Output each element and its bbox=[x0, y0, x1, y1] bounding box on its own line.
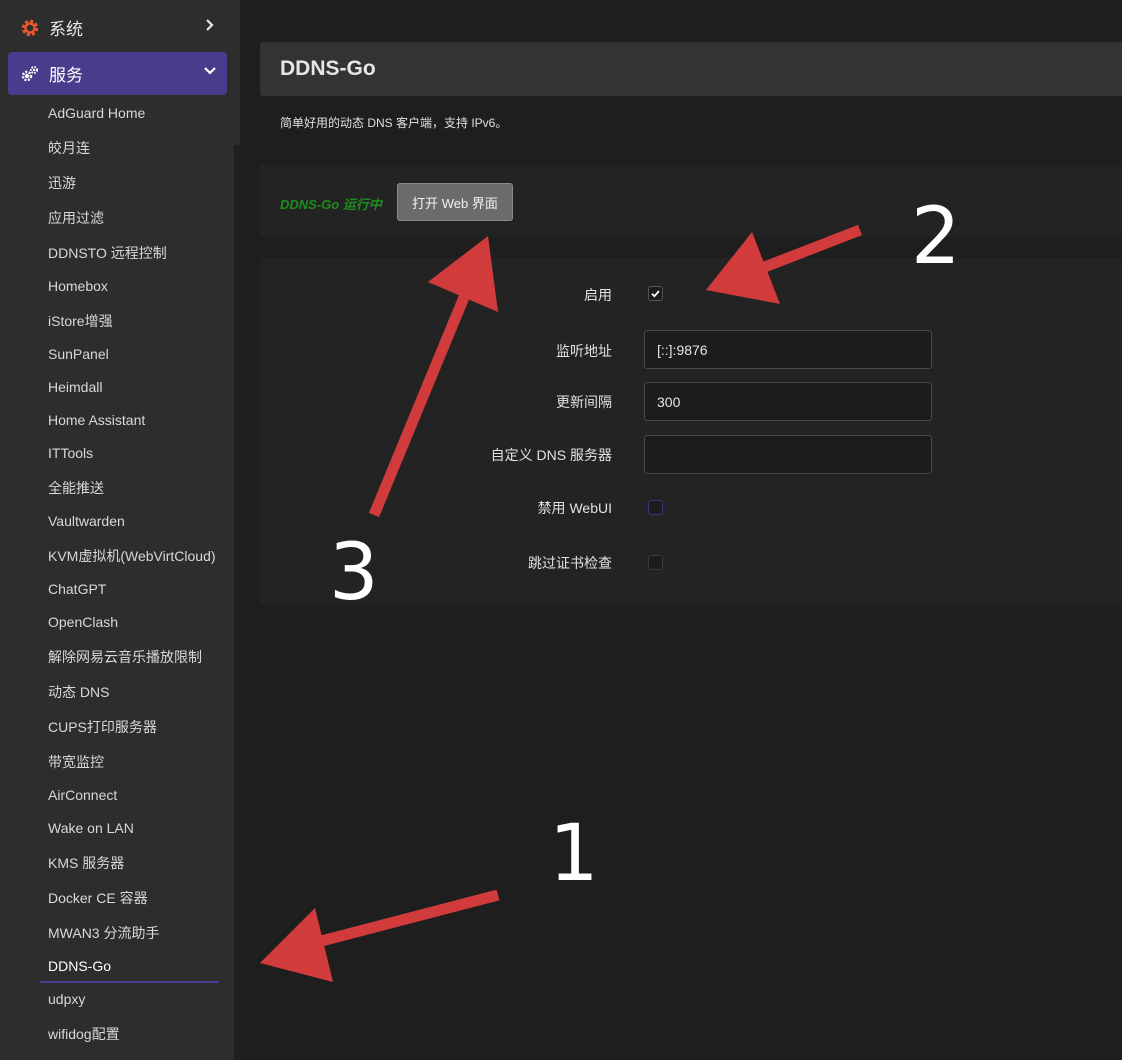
arrow-1-head bbox=[260, 908, 333, 982]
sidebar-item-xunyou[interactable]: 迅游 bbox=[48, 174, 76, 192]
annotation-number-1: 1 bbox=[549, 809, 599, 899]
chevron-right-icon bbox=[206, 19, 214, 31]
menu-services-label: 服务 bbox=[49, 66, 83, 85]
custom-dns-label: 自定义 DNS 服务器 bbox=[490, 447, 612, 463]
sidebar-item-docker[interactable]: Docker CE 容器 bbox=[48, 889, 148, 907]
running-status: DDNS-Go 运行中 bbox=[280, 197, 382, 212]
annotation-number-3: 3 bbox=[329, 528, 379, 618]
sidebar-item-bandwidth[interactable]: 带宽监控 bbox=[48, 753, 104, 771]
sidebar-item-jiaoyuelian[interactable]: 皎月连 bbox=[48, 139, 90, 157]
page-description: 简单好用的动态 DNS 客户端，支持 IPv6。 bbox=[280, 116, 508, 130]
sidebar-item-openclash[interactable]: OpenClash bbox=[48, 613, 118, 631]
sidebar-item-dynamic-dns[interactable]: 动态 DNS bbox=[48, 683, 109, 701]
update-interval-input[interactable] bbox=[644, 382, 932, 421]
sidebar-item-adguard-home[interactable]: AdGuard Home bbox=[48, 104, 145, 122]
menu-services[interactable]: 服务 bbox=[8, 52, 227, 95]
skip-cert-checkbox[interactable] bbox=[648, 555, 663, 570]
sidebar-item-home-assistant[interactable]: Home Assistant bbox=[48, 411, 145, 429]
listen-address-label: 监听地址 bbox=[556, 343, 612, 359]
listen-address-input[interactable] bbox=[644, 330, 932, 369]
disable-webui-checkbox[interactable] bbox=[648, 500, 663, 515]
active-item-indicator bbox=[40, 981, 219, 983]
open-web-ui-button[interactable]: 打开 Web 界面 bbox=[397, 183, 513, 221]
status-section: DDNS-Go 运行中 打开 Web 界面 bbox=[260, 165, 1122, 237]
gears-icon bbox=[21, 65, 38, 81]
disable-webui-label: 禁用 WebUI bbox=[537, 500, 612, 516]
sidebar-item-wifidog[interactable]: wifidog配置 bbox=[48, 1025, 120, 1043]
annotation-number-2: 2 bbox=[911, 192, 961, 282]
sidebar-scrollbar[interactable] bbox=[234, 145, 240, 1060]
sidebar-item-cups[interactable]: CUPS打印服务器 bbox=[48, 718, 157, 736]
checkmark-icon bbox=[651, 290, 660, 298]
menu-system[interactable]: 系统 bbox=[8, 6, 227, 49]
sidebar-item-netease-unlock[interactable]: 解除网易云音乐播放限制 bbox=[48, 648, 202, 666]
enable-label: 启用 bbox=[584, 287, 612, 303]
chevron-down-icon bbox=[204, 67, 216, 75]
sidebar-item-sunpanel[interactable]: SunPanel bbox=[48, 345, 109, 363]
sidebar-item-udpxy[interactable]: udpxy bbox=[48, 990, 85, 1008]
sidebar-item-kms[interactable]: KMS 服务器 bbox=[48, 854, 124, 872]
page-header: DDNS-Go bbox=[260, 42, 1122, 96]
sidebar-item-ittools[interactable]: ITTools bbox=[48, 444, 93, 462]
sidebar-item-push[interactable]: 全能推送 bbox=[48, 479, 104, 497]
custom-dns-input[interactable] bbox=[644, 435, 932, 474]
sidebar-item-ddns-go[interactable]: DDNS-Go bbox=[48, 957, 111, 975]
sidebar-item-mwan3[interactable]: MWAN3 分流助手 bbox=[48, 924, 159, 942]
sidebar-item-heimdall[interactable]: Heimdall bbox=[48, 378, 102, 396]
sidebar-item-istore[interactable]: iStore增强 bbox=[48, 312, 113, 330]
sidebar-item-homebox[interactable]: Homebox bbox=[48, 277, 108, 295]
menu-system-label: 系统 bbox=[49, 20, 83, 39]
page-title: DDNS-Go bbox=[280, 57, 376, 80]
gear-icon bbox=[21, 19, 39, 36]
sidebar-item-wake-on-lan[interactable]: Wake on LAN bbox=[48, 819, 134, 837]
sidebar-item-chatgpt[interactable]: ChatGPT bbox=[48, 580, 106, 598]
update-interval-label: 更新间隔 bbox=[556, 394, 612, 410]
sidebar-item-app-filter[interactable]: 应用过滤 bbox=[48, 209, 104, 227]
settings-form: 启用 监听地址 更新间隔 自定义 DNS 服务器 禁用 WebUI 跳过证书检查 bbox=[260, 258, 1122, 605]
arrow-1-shaft bbox=[308, 889, 500, 950]
sidebar: 系统 服务 AdGuard Home 皎月连 迅游 应用过滤 DDNSTO 远程… bbox=[0, 0, 240, 1060]
sidebar-item-ddnsto[interactable]: DDNSTO 远程控制 bbox=[48, 244, 167, 262]
sidebar-item-vaultwarden[interactable]: Vaultwarden bbox=[48, 512, 125, 530]
sidebar-item-kvm[interactable]: KVM虚拟机(WebVirtCloud) bbox=[48, 547, 216, 565]
sidebar-item-airconnect[interactable]: AirConnect bbox=[48, 786, 117, 804]
skip-cert-label: 跳过证书检查 bbox=[528, 555, 612, 571]
enable-checkbox[interactable] bbox=[648, 286, 663, 301]
